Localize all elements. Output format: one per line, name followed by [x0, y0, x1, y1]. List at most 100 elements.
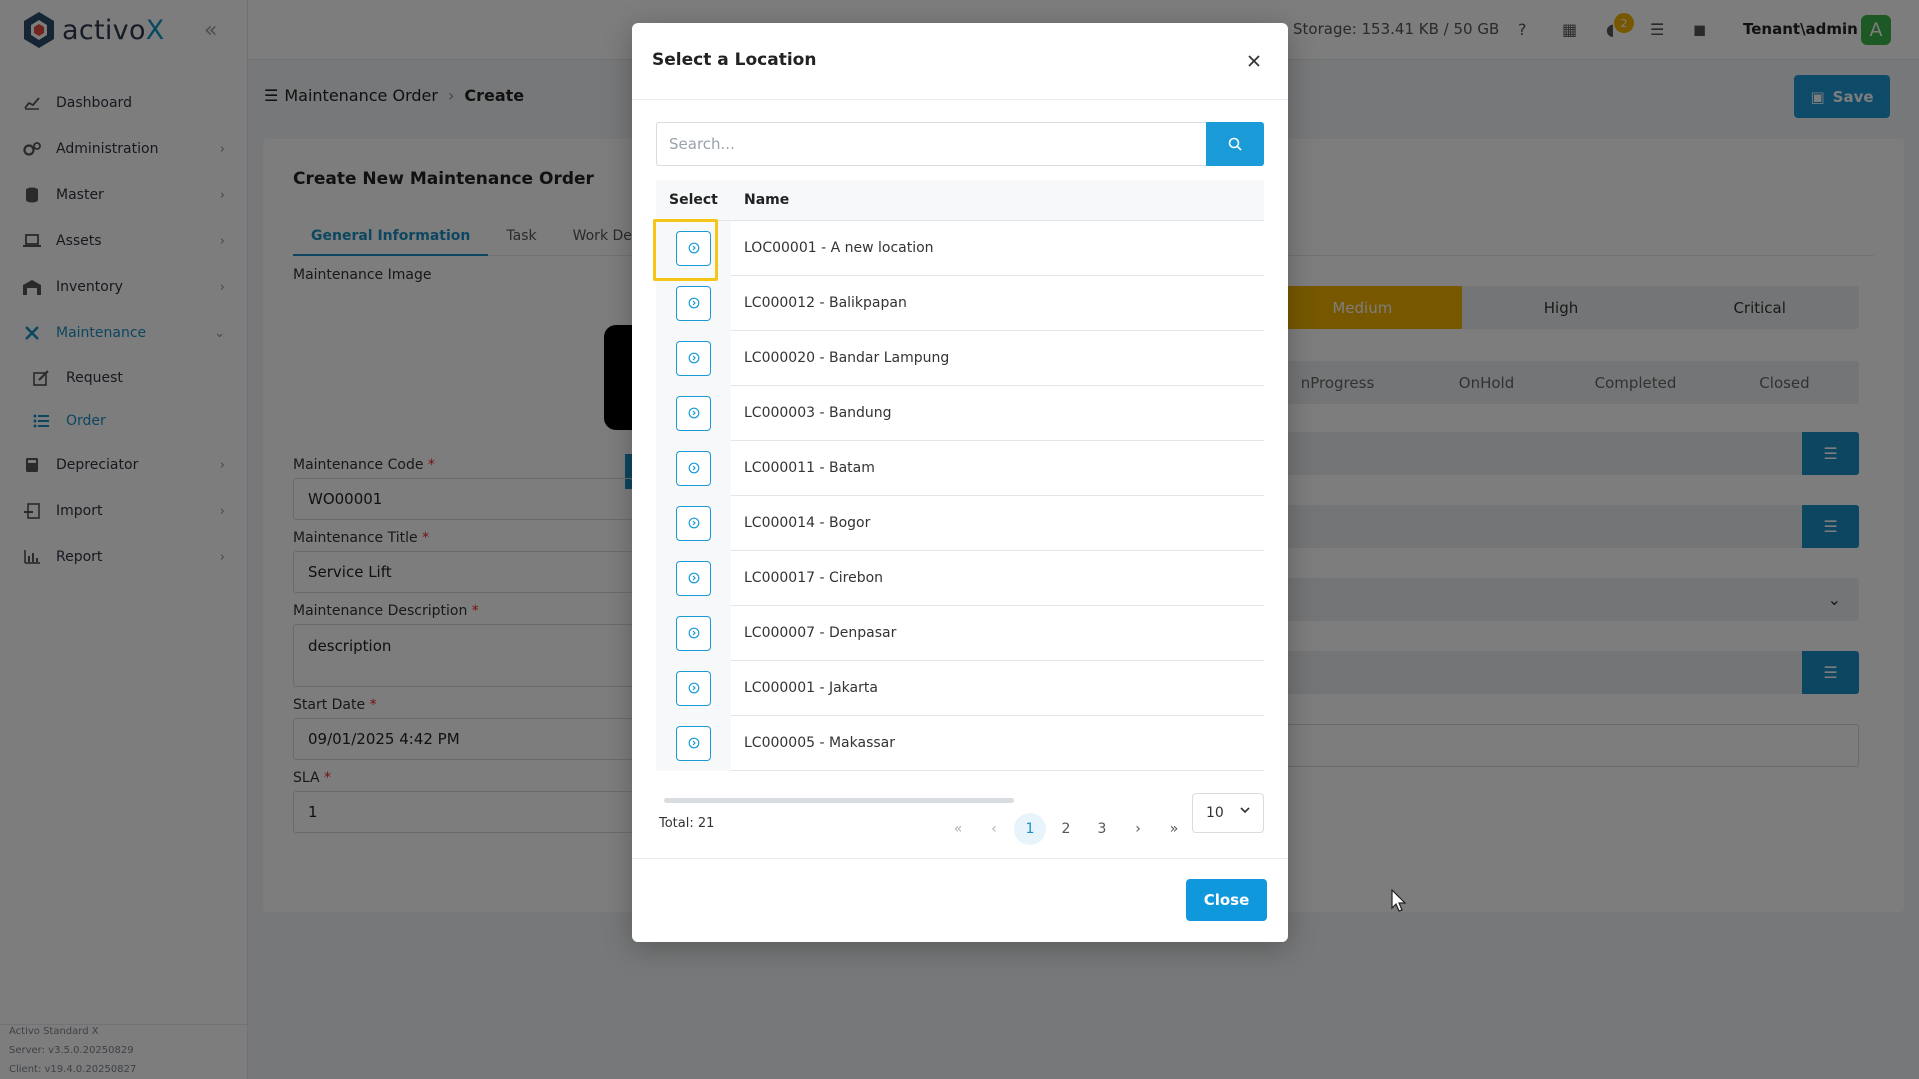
modal-title: Select a Location: [652, 50, 817, 70]
image-label: Maintenance Image: [293, 267, 432, 283]
chat-icon[interactable]: ◼: [1693, 20, 1706, 39]
priority-medium[interactable]: Medium: [1263, 286, 1462, 329]
chevron-right-icon: ›: [219, 503, 225, 519]
lookup-field-1[interactable]: ☰: [1263, 432, 1859, 475]
location-name: LC000014 - Bogor: [744, 515, 871, 531]
page-2[interactable]: 2: [1050, 813, 1082, 845]
database-icon: [22, 185, 42, 205]
circle-arrow-right-icon: [688, 352, 699, 364]
sidebar-item-dashboard[interactable]: Dashboard: [0, 80, 247, 126]
select-row-button[interactable]: [676, 395, 711, 431]
maintenance-description-field[interactable]: description: [293, 624, 633, 687]
search-input[interactable]: [656, 122, 1206, 166]
tab-general-information[interactable]: General Information: [293, 224, 489, 256]
sidebar-item-master[interactable]: Master ›: [0, 172, 247, 218]
lookup-field-2[interactable]: ☰: [1263, 505, 1859, 548]
save-button[interactable]: ▣ Save: [1794, 75, 1890, 118]
priority-high[interactable]: High: [1462, 286, 1661, 329]
tasks-icon[interactable]: ☰: [1650, 20, 1664, 39]
sla-field[interactable]: 1: [293, 791, 633, 833]
prev-page-icon[interactable]: ‹: [978, 813, 1010, 845]
chevron-right-icon: ›: [219, 233, 225, 249]
us-flag-icon[interactable]: ▦: [1562, 20, 1577, 39]
next-page-icon[interactable]: ›: [1122, 813, 1154, 845]
column-header-name: Name: [744, 192, 790, 208]
location-table: Select Name LOC00001 - A new location LC0…: [656, 180, 1264, 771]
search-button[interactable]: [1206, 122, 1264, 166]
select-cell: [656, 385, 731, 441]
select-cell: [656, 330, 731, 386]
location-name: LOC00001 - A new location: [744, 240, 934, 256]
page-1[interactable]: 1: [1014, 813, 1046, 845]
sidebar-item-assets[interactable]: Assets ›: [0, 218, 247, 264]
tools-icon: [22, 323, 42, 343]
chevron-down-icon: ⌄: [1827, 590, 1841, 609]
status-closed[interactable]: Closed: [1710, 361, 1859, 404]
modal-footer-divider: [632, 858, 1288, 859]
text-field[interactable]: [1263, 724, 1859, 767]
page-size-select[interactable]: 10: [1192, 793, 1264, 833]
first-page-icon[interactable]: «: [942, 813, 974, 845]
last-page-icon[interactable]: »: [1158, 813, 1190, 845]
search-icon: [1228, 137, 1242, 151]
select-row-button[interactable]: [676, 560, 711, 596]
table-row: LC000003 - Bandung: [656, 385, 1264, 441]
sidebar-item-report[interactable]: Report ›: [0, 534, 247, 580]
circle-arrow-right-icon: [688, 242, 699, 254]
circle-arrow-right-icon: [688, 462, 699, 474]
location-name: LC000017 - Cirebon: [744, 570, 884, 586]
sidebar-item-import[interactable]: Import ›: [0, 488, 247, 534]
total-count: Total: 21: [659, 816, 715, 831]
list-icon[interactable]: ☰: [1802, 505, 1859, 548]
select-cell: [656, 550, 731, 606]
lookup-field-3[interactable]: ☰: [1263, 651, 1859, 694]
activo-logo-icon: [22, 11, 56, 49]
help-icon[interactable]: ?: [1518, 20, 1527, 39]
select-row-button[interactable]: [676, 505, 711, 541]
user-name[interactable]: Tenant\admin: [1743, 20, 1858, 38]
priority-critical[interactable]: Critical: [1660, 286, 1859, 329]
select-row-button[interactable]: [676, 670, 711, 706]
sidebar-item-administration[interactable]: Administration ›: [0, 126, 247, 172]
avatar[interactable]: A: [1861, 15, 1891, 45]
select-row-button[interactable]: [676, 725, 711, 761]
breadcrumb-current: Create: [464, 86, 525, 105]
table-header: Select Name: [656, 180, 1264, 221]
sidebar-item-inventory[interactable]: Inventory ›: [0, 264, 247, 310]
maintenance-title-field[interactable]: Service Lift: [293, 551, 633, 593]
select-row-button[interactable]: [676, 450, 711, 486]
breadcrumb-parent[interactable]: Maintenance Order: [284, 86, 438, 105]
start-date-label: Start Date *: [293, 697, 377, 713]
select-row-button[interactable]: [676, 285, 711, 321]
select-field[interactable]: ⌄: [1263, 578, 1859, 621]
sidebar-subitem-order[interactable]: Order: [0, 399, 247, 442]
collapse-sidebar-icon[interactable]: «: [204, 18, 217, 43]
server-version: Server: v3.5.0.20250829: [9, 1045, 134, 1056]
select-row-button[interactable]: [676, 340, 711, 376]
sidebar-subitem-request[interactable]: Request: [0, 356, 247, 399]
close-button[interactable]: Close: [1186, 879, 1267, 921]
status-completed[interactable]: Completed: [1561, 361, 1710, 404]
status-onhold[interactable]: OnHold: [1412, 361, 1561, 404]
list-icon[interactable]: ☰: [1802, 651, 1859, 694]
close-icon[interactable]: [1242, 49, 1266, 73]
maintenance-code-field[interactable]: WO00001: [293, 478, 633, 520]
location-name: LC000007 - Denpasar: [744, 625, 897, 641]
column-header-select: Select: [669, 192, 718, 208]
sidebar-item-maintenance[interactable]: Maintenance ⌄: [0, 310, 247, 356]
location-name: LC000011 - Batam: [744, 460, 875, 476]
sidebar-item-label: Inventory: [56, 279, 123, 295]
modal-header: Select a Location: [632, 23, 1288, 100]
tab-task[interactable]: Task: [488, 224, 554, 256]
status-selector: nProgress OnHold Completed Closed: [1263, 361, 1859, 404]
chart-line-icon: [22, 93, 42, 113]
sidebar-item-label: Depreciator: [56, 457, 139, 473]
select-row-button[interactable]: [676, 615, 711, 651]
scrollbar-thumb[interactable]: [664, 798, 1014, 803]
select-row-button[interactable]: [676, 230, 711, 266]
start-date-field[interactable]: 09/01/2025 4:42 PM: [293, 718, 633, 760]
page-3[interactable]: 3: [1086, 813, 1118, 845]
list-icon[interactable]: ☰: [1802, 432, 1859, 475]
sidebar-item-depreciator[interactable]: Depreciator ›: [0, 442, 247, 488]
circle-arrow-right-icon: [688, 572, 699, 584]
